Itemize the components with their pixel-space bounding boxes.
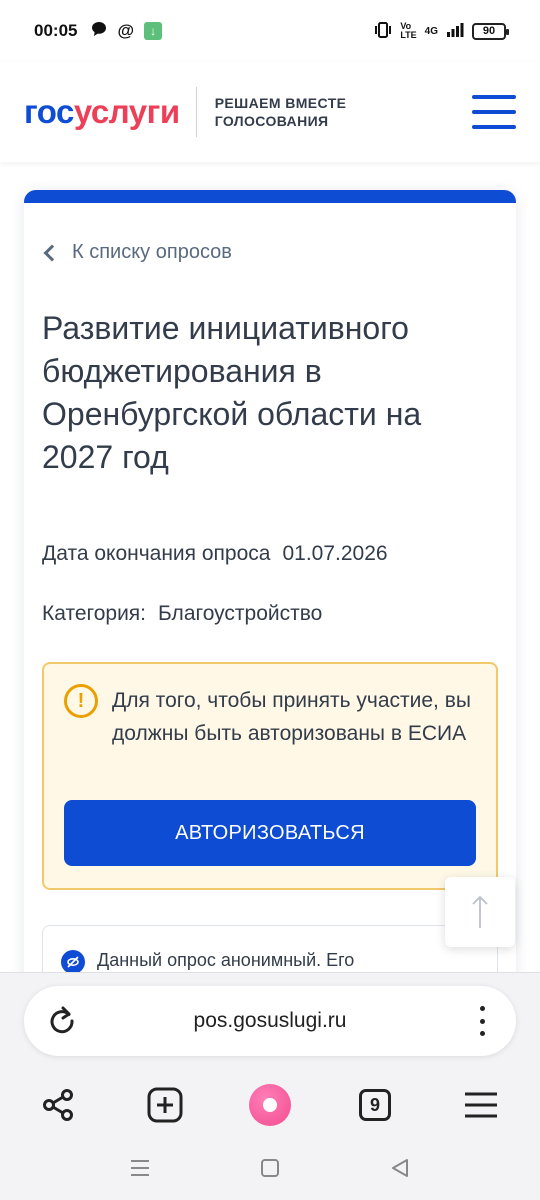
status-bar: 00:05 @ ↓ Vo LTE 4G 90	[0, 0, 540, 62]
vibrate-icon	[374, 21, 392, 41]
signal-icon	[446, 22, 464, 41]
chevron-left-icon	[43, 244, 61, 261]
header-divider	[195, 87, 197, 137]
back-icon[interactable]	[385, 1153, 415, 1183]
volte-icon: Vo LTE	[400, 21, 417, 40]
category-label: Категория:	[42, 602, 147, 625]
menu-icon[interactable]	[472, 95, 516, 129]
survey-end-date: Дата окончания опроса 01.07.2026	[42, 542, 388, 566]
network-label: 4G	[424, 25, 438, 37]
alice-icon	[249, 1084, 291, 1126]
logo-gos: гос	[24, 93, 74, 130]
gosuslugi-logo[interactable]: госуслуги	[24, 93, 180, 131]
site-header: госуслуги РЕШАЕМ ВМЕСТЕ ГОЛОСОВАНИЯ	[0, 62, 540, 162]
browser-menu-icon[interactable]	[453, 1077, 509, 1133]
recent-apps-icon[interactable]	[125, 1153, 155, 1183]
end-date-label: Дата окончания опроса	[42, 542, 271, 565]
status-time: 00:05	[34, 21, 78, 40]
authorize-button[interactable]: АВТОРИЗОВАТЬСЯ	[64, 800, 476, 866]
home-icon[interactable]	[255, 1153, 285, 1183]
download-icon: ↓	[144, 22, 163, 40]
browser-toolbar: pos.gosuslugi.ru 9	[0, 972, 540, 1200]
back-to-surveys-link[interactable]: К списку опросов	[42, 241, 232, 264]
end-date-value: 01.07.2026	[282, 542, 388, 565]
header-tagline: РЕШАЕМ ВМЕСТЕ ГОЛОСОВАНИЯ	[215, 94, 347, 130]
tabs-count: 9	[359, 1089, 391, 1121]
more-options-icon[interactable]	[478, 1006, 486, 1036]
anonymous-info-text: Данный опрос анонимный. Его	[97, 950, 355, 970]
at-icon: @	[117, 21, 135, 40]
alice-assistant-button[interactable]	[242, 1077, 298, 1133]
tagline-line2: ГОЛОСОВАНИЯ	[214, 113, 329, 129]
survey-card: К списку опросов Развитие инициативного …	[24, 190, 516, 990]
share-icon[interactable]	[31, 1077, 87, 1133]
tagline-line1: РЕШАЕМ ВМЕСТЕ	[214, 95, 347, 111]
exclamation-icon: !	[64, 684, 98, 718]
arrow-up-icon	[472, 895, 488, 928]
url-text[interactable]: pos.gosuslugi.ru	[24, 986, 516, 1056]
back-link-label: К списку опросов	[72, 241, 232, 263]
message-icon	[91, 21, 107, 42]
system-nav-bar	[0, 1153, 540, 1183]
auth-notice: ! Для того, чтобы принять участие, вы до…	[42, 662, 498, 890]
category-value: Благоустройство	[158, 602, 323, 625]
scroll-to-top-button[interactable]	[445, 877, 515, 947]
eye-crossed-icon	[61, 950, 85, 974]
logo-uslugi: услуги	[73, 93, 180, 130]
survey-category: Категория: Благоустройство	[42, 602, 322, 626]
survey-title: Развитие инициативного бюджетирования в …	[42, 310, 422, 475]
new-tab-icon[interactable]	[137, 1077, 193, 1133]
tabs-button[interactable]: 9	[347, 1077, 403, 1133]
address-bar[interactable]: pos.gosuslugi.ru	[24, 986, 516, 1056]
battery-icon: 90	[472, 22, 509, 40]
browser-nav: 9	[0, 1077, 540, 1133]
auth-notice-text: Для того, чтобы принять участие, вы долж…	[112, 689, 471, 745]
